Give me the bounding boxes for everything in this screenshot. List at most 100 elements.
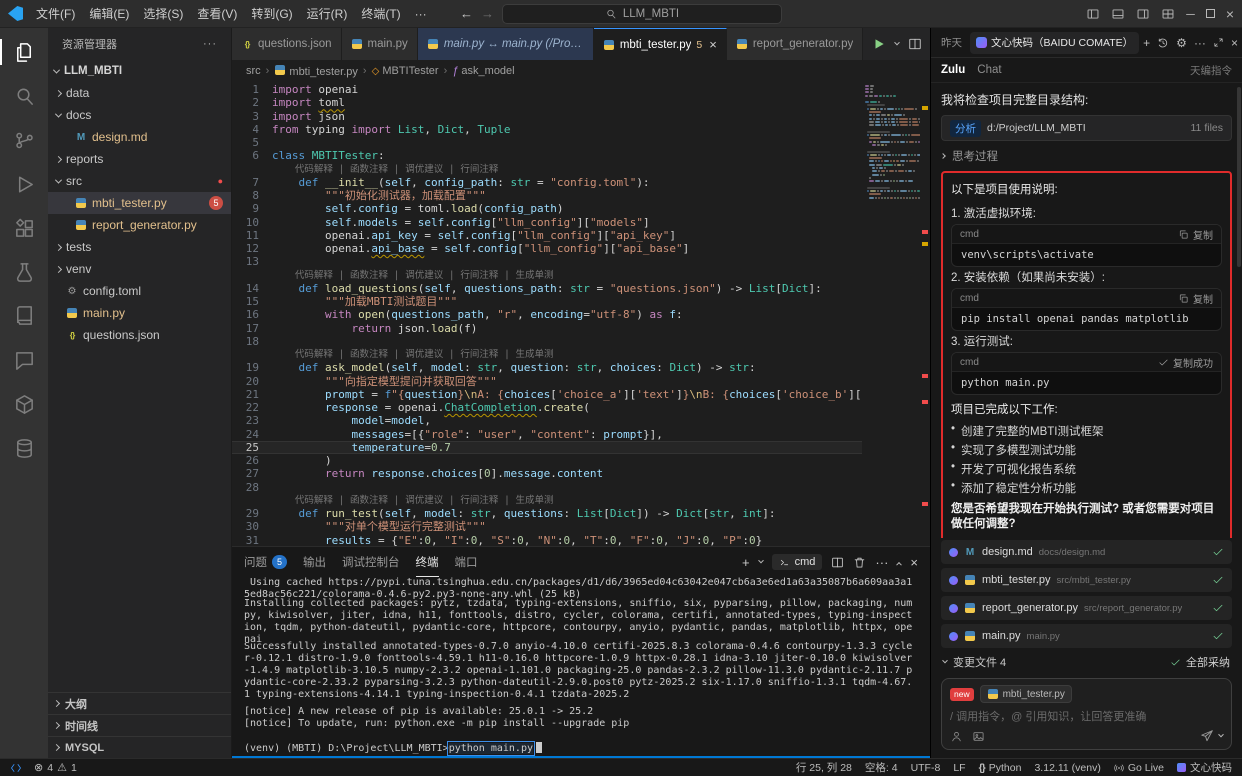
changed-file-row[interactable]: Mdesign.mddocs/design.md [941, 540, 1232, 564]
changed-files-label[interactable]: 变更文件 4 [953, 654, 1006, 670]
panel-tab-端口[interactable]: 端口 [455, 547, 478, 577]
expand-icon[interactable] [1213, 37, 1224, 48]
session-tab-yesterday[interactable]: 昨天 [937, 35, 966, 50]
split-editor-icon[interactable] [908, 37, 922, 51]
panel-tab-输出[interactable]: 输出 [303, 547, 326, 577]
breadcrumb-mbti_tester.py[interactable]: mbti_tester.py [274, 65, 358, 78]
close-panel-icon[interactable]: × [910, 555, 918, 570]
chat-messages[interactable]: 我将检查项目完整目录结构: 分析 d:/Project/LLM_MBTI 11 … [931, 83, 1242, 538]
maximize-button[interactable] [1206, 9, 1215, 18]
history-icon[interactable] [1157, 37, 1169, 49]
menu-item[interactable]: 查看(V) [190, 1, 244, 27]
panel-tab-终端[interactable]: 终端 [416, 547, 439, 577]
layout-panel-icon[interactable] [1111, 7, 1125, 21]
menu-item[interactable]: 运行(R) [300, 1, 355, 27]
eol[interactable]: LF [953, 762, 965, 774]
layout-sidebar-icon[interactable] [1086, 7, 1100, 21]
agent-icon[interactable] [950, 730, 963, 743]
sidebar-section-大纲[interactable]: 大纲 [48, 692, 231, 714]
forward-button[interactable]: → [481, 6, 494, 21]
search-icon[interactable] [0, 74, 48, 118]
terminal-dropdown-icon[interactable] [758, 558, 764, 564]
tab-main.py ↔ main.py (/Project/LLM_MBTI…)[interactable]: main.py ↔ main.py (/Project/LLM_MBTI…) [418, 28, 594, 60]
terminal-list-item[interactable]: cmd [772, 554, 823, 570]
tree-item-questions.json[interactable]: {}questions.json [48, 324, 231, 346]
tree-item-src[interactable]: src● [48, 170, 231, 192]
command-center[interactable]: LLM_MBTI [502, 4, 782, 24]
cube-icon[interactable] [0, 382, 48, 426]
tab-main.py[interactable]: main.py [342, 28, 418, 60]
new-terminal-icon[interactable]: + [742, 555, 750, 570]
close-window-button[interactable]: × [1226, 6, 1234, 22]
tree-item-main.py[interactable]: main.py [48, 302, 231, 324]
tree-item-data[interactable]: data [48, 82, 231, 104]
tab-mbti_tester.py[interactable]: mbti_tester.py5× [594, 28, 727, 60]
accept-check-icon[interactable] [1212, 602, 1224, 614]
back-button[interactable]: ← [460, 6, 473, 21]
menu-item[interactable]: 文件(F) [29, 1, 82, 27]
copy-button[interactable]: 复制 [1178, 291, 1213, 306]
accept-check-icon[interactable] [1212, 546, 1224, 558]
comate-status[interactable]: 文心快码 [1177, 760, 1232, 775]
chat-close-icon[interactable]: × [1231, 36, 1238, 50]
chat-more-icon[interactable]: ··· [1194, 36, 1206, 50]
chat-settings-gear-icon[interactable]: ⚙ [1176, 36, 1187, 50]
python-interpreter[interactable]: 3.12.11 (venv) [1034, 762, 1100, 774]
breadcrumb-MBTITester[interactable]: ◇ MBTITester [372, 65, 439, 77]
panel-tab-问题[interactable]: 问题5 [244, 547, 287, 577]
tree-item-design.md[interactable]: Mdesign.md [48, 126, 231, 148]
session-tab-comate[interactable]: 文心快码（BAIDU COMATE） [970, 32, 1139, 54]
tab-zulu[interactable]: Zulu [941, 64, 965, 76]
changed-file-row[interactable]: report_generator.pysrc/report_generator.… [941, 596, 1232, 620]
panel-more-icon[interactable]: ··· [875, 555, 888, 570]
tree-item-report_generator.py[interactable]: report_generator.py [48, 214, 231, 236]
menu-item[interactable]: 转到(G) [244, 1, 299, 27]
terminal-output[interactable]: Using cached https://pypi.tuna.tsinghua.… [232, 577, 930, 758]
accept-check-icon[interactable] [1212, 630, 1224, 642]
menu-item[interactable]: 编辑(E) [82, 1, 136, 27]
menu-item[interactable]: ··· [408, 1, 434, 27]
mode-label[interactable]: 天编指令 [1190, 63, 1232, 78]
menu-item[interactable]: 选择(S) [136, 1, 190, 27]
chat-icon[interactable] [0, 338, 48, 382]
tree-item-mbti_tester.py[interactable]: mbti_tester.py5 [48, 192, 231, 214]
copy-button[interactable]: 复制 [1178, 227, 1213, 242]
layout-customize-icon[interactable] [1161, 7, 1175, 21]
tree-item-docs[interactable]: docs [48, 104, 231, 126]
panel-tab-调试控制台[interactable]: 调试控制台 [342, 547, 400, 577]
book-icon[interactable] [0, 294, 48, 338]
sidebar-more-icon[interactable]: ··· [203, 38, 217, 50]
run-dropdown-icon[interactable] [894, 40, 900, 46]
send-button[interactable] [1200, 729, 1223, 743]
cursor-position[interactable]: 行 25, 列 28 [796, 760, 852, 775]
context-file-chip[interactable]: mbti_tester.py [980, 685, 1072, 703]
remote-indicator[interactable] [10, 762, 22, 774]
indentation[interactable]: 空格: 4 [865, 760, 898, 775]
go-live-button[interactable]: Go Live [1114, 762, 1164, 774]
sidebar-section-MYSQL[interactable]: MYSQL [48, 736, 231, 758]
accept-check-icon[interactable] [1212, 574, 1224, 586]
chat-input[interactable]: new mbti_tester.py / 调用指令，@ 引用知识，让回答更准确 [941, 678, 1232, 750]
encoding[interactable]: UTF-8 [911, 762, 941, 774]
copy-success-label[interactable]: 复制成功 [1158, 355, 1213, 370]
kill-terminal-icon[interactable] [853, 556, 866, 569]
run-debug-icon[interactable] [0, 162, 48, 206]
menu-item[interactable]: 终端(T) [354, 1, 407, 27]
new-chat-icon[interactable]: + [1143, 36, 1150, 50]
scrollbar[interactable] [1237, 87, 1241, 267]
layout-secondary-sidebar-icon[interactable] [1136, 7, 1150, 21]
image-icon[interactable] [972, 730, 985, 743]
problems-indicator[interactable]: ⊗ 4 ⚠ 1 [34, 761, 77, 774]
database-icon[interactable] [0, 426, 48, 470]
run-python-button[interactable] [872, 37, 886, 51]
tab-report_generator.py[interactable]: report_generator.py [727, 28, 863, 60]
tree-item-config.toml[interactable]: ⚙config.toml [48, 280, 231, 302]
tree-item-reports[interactable]: reports [48, 148, 231, 170]
minimize-button[interactable]: ─ [1186, 7, 1195, 21]
explorer-icon[interactable] [0, 30, 48, 74]
breadcrumb-src[interactable]: src [246, 65, 261, 77]
close-tab-icon[interactable]: × [709, 37, 717, 52]
source-control-icon[interactable] [0, 118, 48, 162]
sidebar-section-时间线[interactable]: 时间线 [48, 714, 231, 736]
extensions-icon[interactable] [0, 206, 48, 250]
